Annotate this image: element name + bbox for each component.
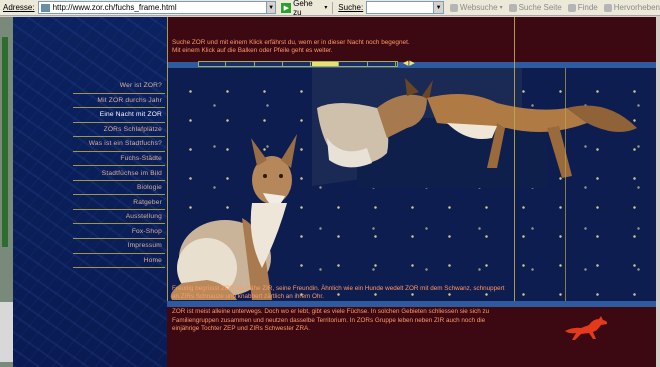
address-url: http://www.zor.ch/fuchs_frame.html bbox=[52, 3, 177, 12]
nav-item-11[interactable]: Fox-Shop bbox=[73, 224, 165, 240]
address-label: Adresse: bbox=[3, 3, 35, 12]
nav-item-6[interactable]: Fuchs-Städte bbox=[73, 152, 165, 167]
story-nav-arrows[interactable]: ◀▶ bbox=[403, 59, 416, 67]
story-paragraph-2: ZOR ist meist alleine unterwegs. Doch wo… bbox=[172, 308, 490, 332]
background-window-edge bbox=[0, 17, 13, 367]
search-input[interactable] bbox=[366, 1, 435, 14]
suche-seite-button[interactable]: Suche Seite bbox=[508, 3, 562, 12]
toolbar-separator bbox=[332, 1, 334, 14]
nav-item-8[interactable]: Biologie bbox=[73, 181, 165, 196]
finde-label: Finde bbox=[577, 3, 598, 12]
website-frame: Suche ZOR und mit einem Klick erfährst d… bbox=[13, 17, 656, 367]
nav-item-4[interactable]: ZORs Schlafplätze bbox=[73, 123, 165, 138]
nav-item-13[interactable]: Home bbox=[73, 254, 165, 269]
intro-text: Suche ZOR und mit einem Klick erfährst d… bbox=[172, 39, 472, 55]
green-arrow-icon: ▶ bbox=[281, 2, 292, 13]
sitting-fox-zir bbox=[170, 134, 297, 300]
progress-segment[interactable] bbox=[227, 62, 255, 66]
address-input[interactable]: http://www.zor.ch/fuchs_frame.html bbox=[37, 1, 267, 14]
progress-segment[interactable] bbox=[340, 62, 368, 66]
progress-segment[interactable] bbox=[312, 62, 340, 66]
story-paragraph-1: Freudig begrüsst ZOR die Fähe ZIR, seine… bbox=[172, 285, 505, 301]
greeting-foxes-zor-zir bbox=[317, 78, 637, 178]
next-arrow-icon[interactable]: ▶ bbox=[409, 60, 415, 67]
go-label: Gehe zu bbox=[293, 0, 313, 17]
websuche-label: Websuche bbox=[459, 3, 498, 12]
nav-item-1[interactable]: Wer ist ZOR? bbox=[73, 79, 165, 94]
intro-line-1: Suche ZOR und mit einem Klick erfährst d… bbox=[172, 39, 410, 46]
progress-segment[interactable] bbox=[199, 62, 227, 66]
nav-item-9[interactable]: Ratgeber bbox=[73, 195, 165, 210]
nav-item-2[interactable]: Mit ZOR durchs Jahr bbox=[73, 94, 165, 109]
web-search-icon bbox=[449, 3, 458, 12]
websuche-button[interactable]: Websuche ▾ bbox=[449, 3, 503, 12]
find-icon bbox=[567, 3, 576, 12]
story-progress-bar[interactable] bbox=[198, 61, 398, 67]
nav-item-5[interactable]: Was ist ein Stadtfuchs? bbox=[73, 137, 165, 152]
highlighter-icon bbox=[603, 3, 612, 12]
finde-button[interactable]: Finde bbox=[567, 3, 598, 12]
progress-segment[interactable] bbox=[368, 62, 396, 66]
vertical-rule-inner bbox=[565, 68, 566, 301]
progress-segment[interactable] bbox=[283, 62, 312, 66]
go-button[interactable]: ▶ Gehe zu ▾ bbox=[281, 0, 327, 17]
nav-item-3[interactable]: Eine Nacht mit ZOR bbox=[73, 108, 165, 123]
search-dropdown-button[interactable]: ▼ bbox=[434, 1, 444, 14]
page-icon bbox=[40, 3, 50, 12]
search-label: Suche: bbox=[338, 3, 364, 12]
progress-segment[interactable] bbox=[255, 62, 283, 66]
intro-line-2: Mit einem Klick auf die Balken oder Pfei… bbox=[172, 47, 333, 54]
browser-toolbar: Adresse: http://www.zor.ch/fuchs_frame.h… bbox=[0, 0, 660, 17]
fox-illustration bbox=[170, 78, 637, 300]
chevron-down-icon: ▾ bbox=[324, 5, 328, 11]
story-text: Freudig begrüsst ZOR die Fähe ZIR, seine… bbox=[172, 285, 507, 340]
chevron-down-icon: ▾ bbox=[499, 5, 503, 11]
nav-item-10[interactable]: Ausstellung bbox=[73, 210, 165, 225]
site-navigation: Wer ist ZOR? Mit ZOR durchs Jahr Eine Nach… bbox=[73, 79, 165, 269]
address-dropdown-button[interactable]: ▼ bbox=[266, 1, 277, 14]
nav-item-7[interactable]: Stadtfüchse im Bild bbox=[73, 166, 165, 181]
suche-seite-label: Suche Seite bbox=[518, 3, 562, 12]
fox-photo bbox=[167, 68, 656, 301]
nav-item-12[interactable]: Impressum bbox=[73, 239, 165, 254]
running-fox-icon[interactable] bbox=[563, 315, 609, 341]
page-search-icon bbox=[508, 3, 517, 12]
hervorheben-label: Hervorheben bbox=[613, 3, 660, 12]
hervorheben-button[interactable]: Hervorheben bbox=[603, 3, 660, 12]
